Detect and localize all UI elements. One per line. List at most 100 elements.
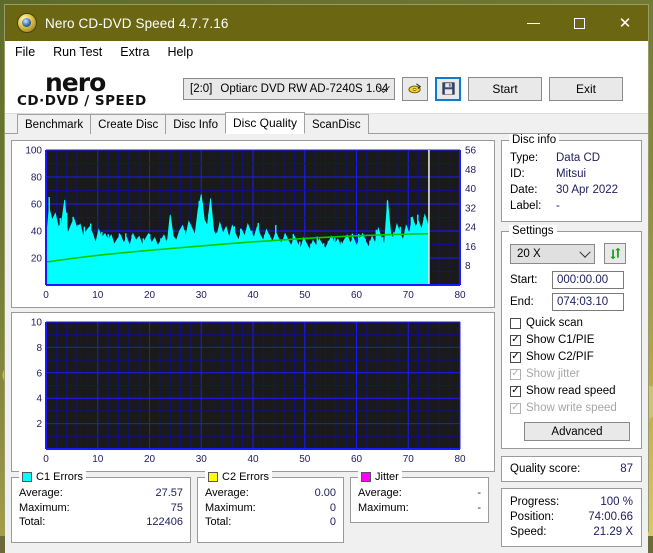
end-label: End: [510, 296, 534, 308]
disc-label-value: - [556, 200, 560, 212]
close-button[interactable]: ✕ [602, 5, 648, 41]
settings-caption: Settings [509, 225, 557, 237]
c2-total-value: 0 [329, 516, 336, 528]
disc-label-row: Label: - [510, 198, 633, 214]
svg-text:10: 10 [92, 290, 104, 301]
c2-color-swatch [208, 472, 218, 482]
jitter-color-swatch [361, 472, 371, 482]
maximize-button[interactable] [556, 5, 602, 41]
speed-label: Speed: [510, 526, 547, 538]
speed-value: 21.29 X [593, 526, 633, 538]
statistics-row: C1 Errors Average: 27.57 Maximum: 75 Total… [11, 471, 495, 543]
window-title: Nero CD-DVD Speed 4.7.7.16 [45, 15, 229, 31]
start-label: Start: [510, 274, 538, 286]
c1-errors-plot: 20 40 60 80 100 8 16 24 32 40 48 56 0 10 20 30 40 50 60 70 8… [25, 146, 477, 302]
minimize-button[interactable] [510, 5, 556, 41]
svg-text:20: 20 [144, 454, 156, 465]
svg-text:40: 40 [465, 184, 477, 195]
disc-date-label: Date: [510, 184, 538, 196]
speed-select-row: 20 X [510, 243, 633, 264]
disc-date-value: 30 Apr 2022 [556, 184, 619, 196]
svg-text:30: 30 [196, 290, 208, 301]
svg-text:60: 60 [351, 290, 363, 301]
menu-item-run-test[interactable]: Run Test [53, 45, 102, 59]
svg-text:10: 10 [92, 454, 104, 465]
position-row: Position: 74:00.66 [510, 510, 633, 525]
tab-create-disc[interactable]: Create Disc [90, 114, 167, 134]
quality-score-value: 87 [620, 463, 633, 475]
disc-date-row: Date: 30 Apr 2022 [510, 182, 633, 198]
menu-bar: File Run Test Extra Help [5, 41, 648, 64]
c1-average-label: Average: [19, 487, 63, 499]
jitter-average-row: Average: - [358, 486, 481, 501]
svg-text:4: 4 [36, 394, 42, 405]
c2-errors-stats: C2 Errors Average: 0.00 Maximum: 0 Total: 0 [197, 471, 344, 543]
menu-item-file[interactable]: File [15, 45, 35, 59]
end-input[interactable]: 074:03.10 [552, 293, 624, 311]
progress-label: Progress: [510, 496, 560, 508]
svg-text:40: 40 [247, 290, 259, 301]
svg-text:30: 30 [196, 454, 208, 465]
logo-subtitle: CD·DVD ∕ SPEED [17, 92, 147, 109]
advanced-button[interactable]: Advanced [524, 422, 630, 441]
jitter-average-label: Average: [358, 487, 402, 499]
checkbox-label: Quick scan [526, 317, 583, 329]
scan-speed-select[interactable]: 20 X [510, 243, 595, 264]
settings-group: Settings 20 X Start: 000:00.00 End: 074:… [501, 225, 642, 449]
jitter-maximum-value: - [477, 501, 481, 514]
tab-scandisc[interactable]: ScanDisc [304, 114, 369, 134]
tab-benchmark[interactable]: Benchmark [17, 114, 92, 134]
tab-disc-quality[interactable]: Disc Quality [225, 112, 306, 134]
quality-score-label: Quality score: [510, 463, 581, 475]
jitter-maximum-label: Maximum: [358, 501, 409, 514]
checkbox-show-c1-pie[interactable]: ✓ Show C1/PIE [510, 332, 633, 348]
exit-button[interactable]: Exit [549, 76, 623, 101]
svg-text:8: 8 [36, 343, 42, 354]
menu-item-extra[interactable]: Extra [120, 45, 149, 59]
disc-id-row: ID: Mitsui [510, 166, 633, 182]
svg-text:40: 40 [247, 454, 259, 465]
svg-text:8: 8 [465, 261, 471, 272]
c1-maximum-label: Maximum: [19, 501, 70, 514]
checkbox-quick-scan[interactable]: Quick scan [510, 315, 633, 331]
svg-text:2: 2 [36, 419, 42, 430]
start-button[interactable]: Start [468, 76, 542, 101]
eject-disc-icon [407, 83, 421, 94]
c1-total-label: Total: [19, 516, 46, 528]
svg-text:60: 60 [351, 454, 363, 465]
content-area: 20 40 60 80 100 8 16 24 32 40 48 56 0 10 20 30 40 50 60 70 8… [5, 134, 648, 553]
disc-type-value: Data CD [556, 152, 601, 164]
tab-disc-info[interactable]: Disc Info [165, 114, 226, 134]
checkbox-show-read-speed[interactable]: ✓ Show read speed [510, 383, 633, 399]
checkbox-show-c2-pif[interactable]: ✓ Show C2/PIF [510, 349, 633, 365]
svg-text:100: 100 [25, 146, 42, 157]
c2-errors-plot: 2 4 6 8 10 0 10 20 30 40 50 60 70 80 [31, 318, 466, 466]
maximize-icon [573, 17, 585, 29]
c2-total-row: Total: 0 [205, 515, 336, 530]
scan-speed-value: 20 X [517, 247, 541, 260]
c1-errors-caption: C1 Errors [19, 471, 87, 483]
speed-row: Speed: 21.29 X [510, 525, 633, 540]
drive-select[interactable]: [2:0] Optiarc DVD RW AD-7240S 1.04 [183, 77, 395, 100]
c1-total-value: 122406 [146, 516, 183, 528]
svg-text:20: 20 [31, 254, 43, 265]
c2-maximum-row: Maximum: 0 [205, 501, 336, 516]
checkbox-show-write-speed: ✓ Show write speed [510, 400, 633, 416]
position-label: Position: [510, 511, 555, 523]
end-field-row: End: 074:03.10 [510, 293, 633, 311]
start-input[interactable]: 000:00.00 [552, 271, 624, 289]
eject-disc-button[interactable] [402, 76, 428, 101]
refresh-button[interactable] [604, 243, 626, 264]
save-results-button[interactable] [435, 76, 461, 101]
checkbox-box [510, 317, 521, 329]
drive-index: [2:0] [190, 82, 213, 95]
side-panel: Disc info Type: Data CD ID: Mitsui Date: 30… [501, 134, 642, 547]
svg-text:70: 70 [403, 454, 415, 465]
svg-text:50: 50 [299, 454, 311, 465]
menu-item-help[interactable]: Help [167, 45, 193, 59]
svg-text:0: 0 [43, 454, 49, 465]
svg-text:6: 6 [36, 368, 42, 379]
svg-text:56: 56 [465, 146, 477, 157]
c2-caption-text: C2 Errors [222, 471, 270, 483]
c2-average-value: 0.00 [314, 487, 336, 499]
